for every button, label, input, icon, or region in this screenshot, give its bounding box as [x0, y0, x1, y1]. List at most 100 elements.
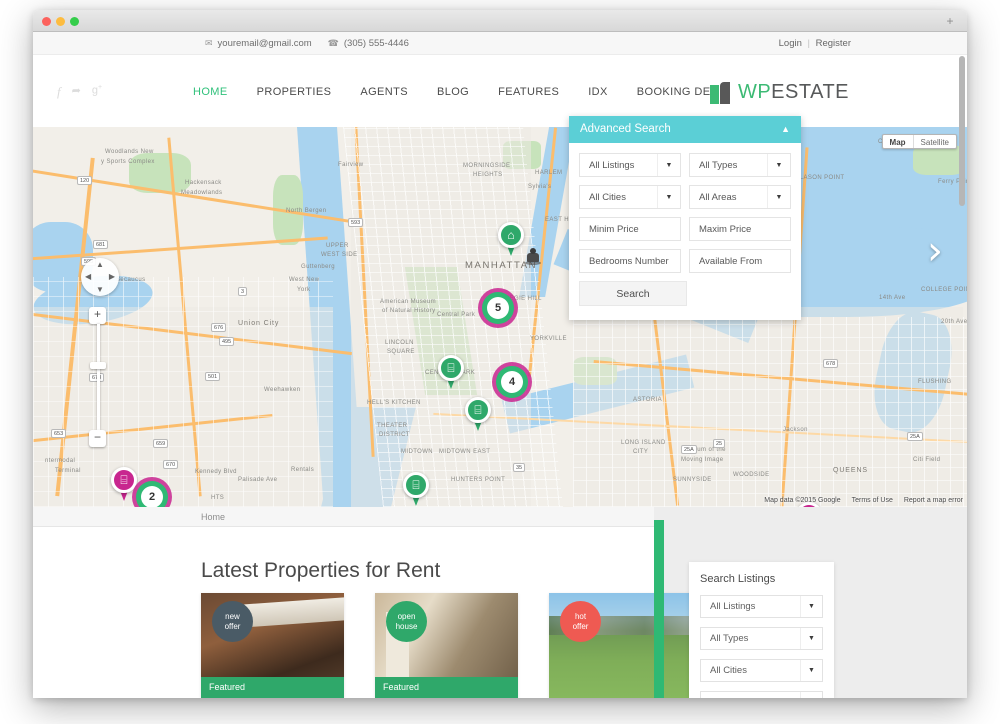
map-type-toggle[interactable]: Map Satellite [881, 134, 957, 149]
sidebar-title: Search Listings [700, 573, 776, 585]
utility-topbar: ✉ youremail@gmail.com ☎ (305) 555-4446 L… [33, 32, 967, 55]
sidebar-area-select[interactable]: All Areas ▼ [700, 691, 823, 698]
area-select[interactable]: All Areas ▼ [689, 185, 791, 209]
marker-pin-green-small[interactable]: ⌸ [403, 472, 429, 506]
map-route-shield: 676 [211, 323, 227, 332]
cluster-count: 2 [148, 491, 156, 503]
map-zoom-thumb[interactable] [90, 362, 106, 369]
map-label: UPPER [326, 243, 349, 249]
map-route-shield: 593 [348, 218, 364, 227]
sidebar-listing-value: All Listings [710, 601, 756, 612]
map-zoom-track[interactable] [96, 324, 100, 430]
pan-left-icon[interactable]: ◀ [85, 272, 91, 281]
googleplus-icon[interactable]: g+ [92, 84, 102, 100]
property-type-select[interactable]: All Types ▼ [689, 153, 791, 177]
map-label: Citi Field [913, 457, 941, 463]
map-label: MIDTOWN [401, 449, 434, 455]
nav-item-agents[interactable]: AGENTS [360, 86, 408, 98]
map-label: Sylvia's [528, 184, 552, 190]
collapse-caret-icon[interactable]: ▲ [781, 116, 790, 143]
listing-type-select[interactable]: All Listings ▼ [579, 153, 681, 177]
map-label: HELL'S KITCHEN [367, 400, 421, 406]
advanced-search-title: Advanced Search [580, 123, 671, 135]
marker-pin-building-midtown2[interactable]: ⌸ [465, 397, 491, 431]
street-view-pegman-icon[interactable] [525, 248, 541, 270]
new-tab-button[interactable]: + [943, 15, 957, 27]
page-scrollbar-thumb[interactable] [959, 56, 965, 206]
chevron-down-icon[interactable]: ▼ [800, 660, 822, 681]
marker-cluster-4[interactable]: 4 [492, 362, 532, 402]
property-card-1[interactable]: new offer Featured [201, 593, 344, 698]
map-zoom-in-button[interactable]: + [89, 307, 106, 324]
chevron-down-icon[interactable]: ▼ [767, 154, 790, 176]
map-zoom-out-button[interactable]: − [89, 430, 106, 447]
map-type-map[interactable]: Map [883, 135, 914, 148]
nav-item-features[interactable]: FEATURES [498, 86, 559, 98]
facebook-icon[interactable]: f [57, 84, 61, 100]
sidebar-listing-select[interactable]: All Listings ▼ [700, 595, 823, 618]
breadcrumb[interactable]: Home [201, 512, 225, 522]
window-close-button[interactable] [42, 17, 51, 26]
badge-line-2: offer [224, 621, 241, 631]
nav-item-home[interactable]: HOME [193, 86, 228, 98]
chevron-down-icon[interactable]: ▼ [800, 596, 822, 617]
logo-text-wp: WP [737, 81, 772, 103]
property-badge: open house [386, 601, 427, 642]
marker-cluster-2[interactable]: 2 [132, 477, 172, 507]
map-pan-control[interactable]: ▲ ▼ ◀ ▶ [81, 258, 119, 296]
search-submit-button[interactable]: Search [579, 281, 687, 306]
pan-down-icon[interactable]: ▼ [96, 285, 104, 294]
city-select[interactable]: All Cities ▼ [579, 185, 681, 209]
sidebar-type-select[interactable]: All Types ▼ [700, 627, 823, 650]
property-badge: hot offer [560, 601, 601, 642]
min-price-input[interactable]: Minim Price [579, 217, 681, 241]
cluster-count: 4 [508, 376, 516, 388]
property-card-2[interactable]: open house Featured [375, 593, 518, 698]
map-label: WOODSIDE [733, 472, 770, 478]
pan-up-icon[interactable]: ▲ [96, 260, 104, 269]
marker-pin-house-central[interactable]: ⌂ [498, 222, 524, 256]
login-link[interactable]: Login [779, 38, 802, 49]
page-scrollbar[interactable] [959, 56, 965, 696]
nav-item-idx[interactable]: IDX [588, 86, 608, 98]
sidebar-city-select[interactable]: All Cities ▼ [700, 659, 823, 682]
map-label: Woodlands New [105, 149, 154, 155]
map-route-shield: 35 [513, 463, 526, 472]
property-map[interactable]: Fairview Hackensack Meadowlands Woodlands N… [33, 127, 967, 507]
property-card-3[interactable]: hot offer [549, 593, 692, 698]
link-separator: | [807, 38, 810, 49]
marker-bulb: ⌸ [438, 355, 464, 381]
pan-right-icon[interactable]: ▶ [109, 272, 115, 281]
window-minimize-button[interactable] [56, 17, 65, 26]
chevron-down-icon[interactable]: ▼ [800, 692, 822, 698]
max-price-input[interactable]: Maxim Price [689, 217, 791, 241]
twitter-icon[interactable]: ➦ [72, 84, 81, 100]
map-terms-link[interactable]: Terms of Use [852, 497, 893, 504]
map-route-shield: 678 [823, 359, 839, 368]
envelope-icon: ✉ [205, 38, 213, 48]
register-link[interactable]: Register [816, 38, 851, 49]
map-report-link[interactable]: Report a map error [904, 497, 963, 504]
window-maximize-button[interactable] [70, 17, 79, 26]
breadcrumb-bar: Home [33, 507, 654, 527]
contact-email[interactable]: youremail@gmail.com [218, 38, 312, 49]
chevron-down-icon[interactable]: ▼ [657, 186, 680, 208]
badge-line-1: new [225, 612, 240, 621]
chevron-down-icon[interactable]: ▼ [657, 154, 680, 176]
nav-item-properties[interactable]: PROPERTIES [257, 86, 332, 98]
contact-phone: (305) 555-4446 [343, 38, 409, 49]
bedrooms-input[interactable]: Bedrooms Number [579, 249, 681, 273]
map-label: HUNTERS POINT [451, 477, 506, 483]
sidebar-city-value: All Cities [710, 665, 747, 676]
site-logo[interactable]: WPESTATE [709, 81, 849, 104]
available-from-input[interactable]: Available From [689, 249, 791, 273]
map-type-satellite[interactable]: Satellite [914, 135, 956, 148]
marker-cluster-5[interactable]: 5 [478, 288, 518, 328]
advanced-search-header[interactable]: Advanced Search ▲ [569, 116, 801, 143]
marker-pin-building-midtown[interactable]: ⌸ [438, 355, 464, 389]
chevron-down-icon[interactable]: ▼ [767, 186, 790, 208]
marker-bulb: ⌸ [465, 397, 491, 423]
nav-item-blog[interactable]: BLOG [437, 86, 469, 98]
slider-next-arrow-icon[interactable]: › [921, 231, 949, 275]
chevron-down-icon[interactable]: ▼ [800, 628, 822, 649]
